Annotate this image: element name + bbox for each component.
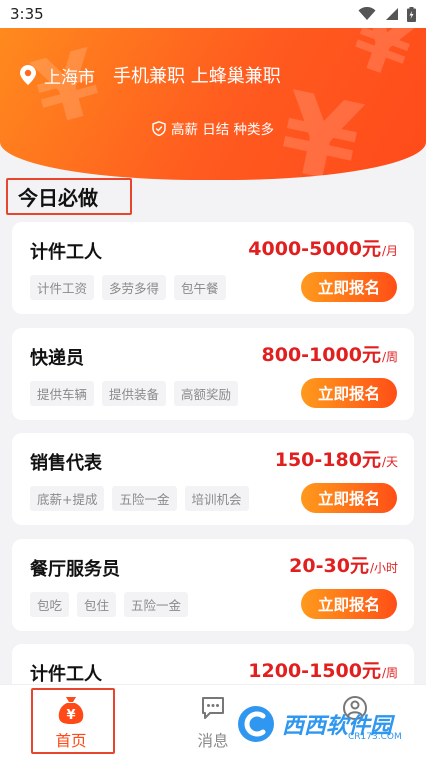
job-title: 计件工人 [30, 242, 102, 263]
status-time: 3:35 [10, 5, 44, 23]
job-title: 快递员 [30, 347, 84, 369]
job-tag: 多劳多得 [102, 275, 167, 300]
salary-amount: 800-1000元 [261, 343, 381, 366]
tagline: 高薪 日结 种类多 [0, 118, 426, 138]
salary-unit: /月 [381, 244, 398, 258]
chat-icon [202, 697, 224, 719]
job-tag: 高额奖励 [174, 380, 239, 406]
watermark-logo: 西西软件园 CR173.COM [236, 702, 414, 746]
salary-amount: 150-180元 [274, 449, 381, 471]
section-title: 今日必做 [6, 178, 132, 215]
location-pin-icon [20, 65, 36, 85]
location-row[interactable]: 上海市 手机兼职 上蜂巢兼职 [20, 62, 281, 88]
salary-amount: 20-30元 [289, 554, 369, 577]
job-list: 计件工人 4000-5000元/月 计件工资 多劳多得 包午餐 立即报名 快递员… [12, 222, 414, 750]
signal-icon [386, 8, 398, 20]
tab-home-label: 首页 [55, 732, 87, 750]
salary-amount: 4000-5000元 [248, 238, 381, 260]
salary-amount: 1200-1500元 [248, 660, 381, 682]
apply-button[interactable]: 立即报名 [301, 483, 397, 513]
job-salary: 20-30元/小时 [289, 551, 398, 578]
salary-unit: /周 [381, 666, 398, 680]
location-city[interactable]: 上海市 [44, 63, 95, 88]
job-tag: 提供车辆 [30, 380, 95, 406]
brand-logo-icon [238, 706, 274, 742]
tagline-text: 高薪 日结 种类多 [170, 122, 275, 138]
job-card[interactable]: 餐厅服务员 20-30元/小时 包吃 包住 五险一金 立即报名 [12, 538, 414, 631]
job-tags: 底薪+提成 五险一金 培训机会 [30, 486, 249, 511]
job-card[interactable]: 销售代表 150-180元/天 底薪+提成 五险一金 培训机会 立即报名 [12, 433, 414, 525]
job-tag: 包住 [77, 591, 117, 617]
salary-unit: /小时 [369, 560, 398, 575]
job-title: 餐厅服务员 [30, 558, 120, 580]
job-card[interactable]: 计件工人 4000-5000元/月 计件工资 多劳多得 包午餐 立即报名 [12, 222, 414, 314]
job-tag: 五险一金 [124, 591, 189, 617]
shield-check-icon [152, 120, 166, 136]
job-salary: 4000-5000元/月 [248, 234, 398, 261]
job-tag: 培训机会 [184, 486, 249, 511]
apply-button[interactable]: 立即报名 [301, 377, 397, 408]
job-tags: 计件工资 多劳多得 包午餐 [30, 275, 226, 300]
status-bar: 3:35 [0, 0, 426, 28]
svg-text:¥: ¥ [66, 708, 75, 723]
job-card[interactable]: 快递员 800-1000元/周 提供车辆 提供装备 高额奖励 立即报名 [12, 327, 414, 420]
page-title: 手机兼职 上蜂巢兼职 [113, 66, 281, 87]
job-tags: 提供车辆 提供装备 高额奖励 [30, 380, 239, 406]
wifi-icon [358, 7, 376, 20]
job-tag: 底薪+提成 [30, 486, 105, 511]
salary-unit: /天 [381, 455, 398, 469]
job-tag: 提供装备 [102, 380, 167, 406]
status-icons [358, 6, 416, 22]
job-tag: 包午餐 [174, 275, 226, 300]
watermark-site: CR173.COM [348, 732, 402, 742]
apply-button[interactable]: 立即报名 [301, 272, 397, 302]
job-salary: 1200-1500元/周 [248, 656, 398, 683]
job-tags: 包吃 包住 五险一金 [30, 591, 189, 617]
job-title: 计件工人 [30, 664, 102, 685]
job-title: 销售代表 [30, 453, 102, 474]
job-salary: 800-1000元/周 [262, 340, 398, 367]
tab-home[interactable]: ¥ 首页 [0, 685, 142, 758]
job-tag: 五险一金 [112, 486, 177, 511]
money-bag-icon: ¥ [58, 697, 84, 724]
apply-button[interactable]: 立即报名 [301, 588, 397, 619]
battery-icon [407, 6, 416, 22]
salary-unit: /周 [381, 349, 398, 364]
hero-banner: ¥ ¥ ¥ 上海市 手机兼职 上蜂巢兼职 高薪 日结 种类多 [0, 28, 426, 180]
job-tag: 计件工资 [30, 275, 95, 300]
job-salary: 150-180元/天 [275, 445, 398, 472]
job-tag: 包吃 [30, 591, 70, 617]
